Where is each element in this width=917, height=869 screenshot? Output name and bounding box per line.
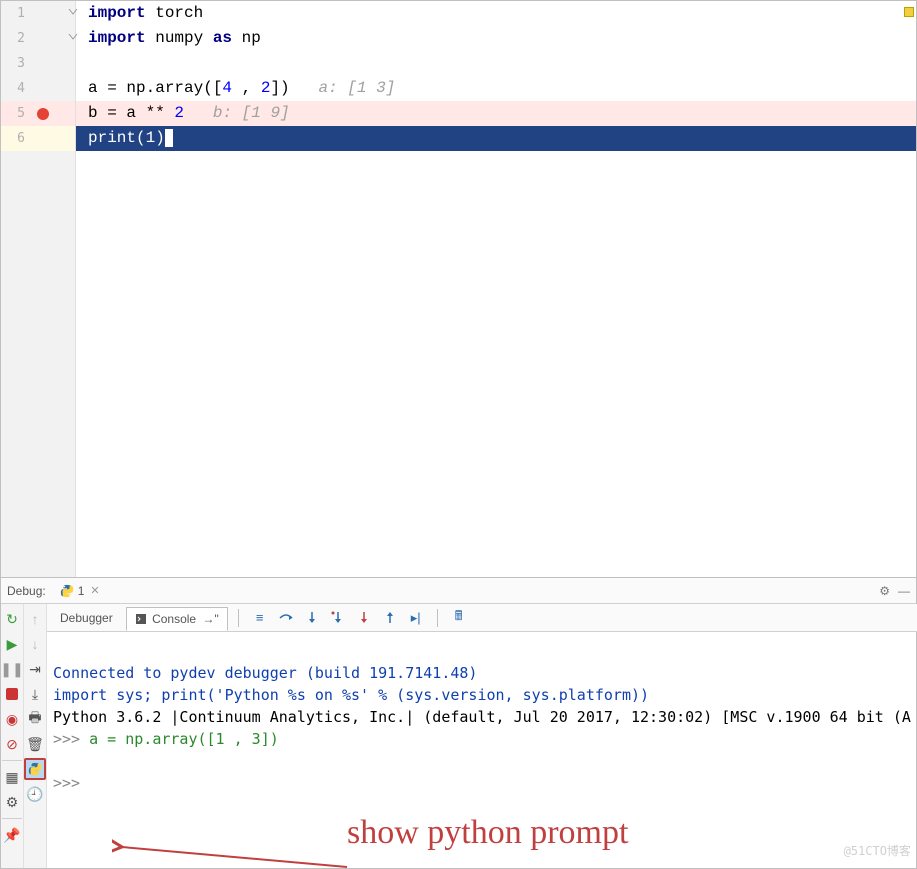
down-icon[interactable]: ↓ bbox=[24, 633, 46, 655]
clear-icon[interactable]: 🗑 bbox=[24, 733, 46, 755]
step-out-icon[interactable] bbox=[379, 607, 401, 629]
debug-main: Debugger Console →" ≡ ▸| 🖩 bbox=[47, 604, 917, 868]
debugger-tab[interactable]: Debugger bbox=[51, 606, 122, 630]
evaluate-icon[interactable]: 🖩 bbox=[448, 607, 470, 629]
breakpoint-icon[interactable] bbox=[37, 108, 49, 120]
print-icon[interactable]: 🖶 bbox=[24, 708, 46, 730]
step-into-icon[interactable] bbox=[301, 607, 323, 629]
debug-toolbar-left: ↻ ▶ ❚❚ ◉ ⊘ ▦ ⚙ 📌 bbox=[1, 604, 24, 868]
line-number: 6 bbox=[1, 131, 29, 146]
scroll-end-icon[interactable]: ⤓ bbox=[24, 683, 46, 705]
view-breakpoints-icon[interactable]: ◉ bbox=[1, 708, 23, 730]
debug-sub-tabs: Debugger Console →" ≡ ▸| 🖩 bbox=[47, 604, 917, 632]
debug-panel-header: Debug: 1 ✕ ⚙ — bbox=[1, 578, 916, 604]
settings-icon[interactable]: ⚙ bbox=[1, 791, 23, 813]
layout-icon[interactable]: ▦ bbox=[1, 766, 23, 788]
show-exec-point-icon[interactable]: ≡ bbox=[249, 607, 271, 629]
python-icon bbox=[60, 584, 74, 598]
console-line: Connected to pydev debugger (build 191.7… bbox=[53, 662, 911, 684]
up-icon[interactable]: ↑ bbox=[24, 608, 46, 630]
code-editor[interactable]: import torch import numpy as np a = np.a… bbox=[76, 1, 916, 577]
code-line bbox=[76, 51, 916, 76]
annotation-arrow bbox=[112, 837, 352, 868]
console-line: import sys; print('Python %s on %s' % (s… bbox=[53, 684, 911, 706]
console-tab[interactable]: Console →" bbox=[126, 607, 228, 631]
ide-window: 1 2 3 4 5 6 import torch import numpy as… bbox=[0, 0, 917, 869]
gear-icon[interactable]: ⚙ bbox=[879, 584, 890, 598]
pin-icon[interactable]: 📌 bbox=[1, 824, 23, 846]
show-python-prompt-icon[interactable] bbox=[24, 758, 46, 780]
soft-wrap-icon[interactable]: ⇥ bbox=[24, 658, 46, 680]
debug-title: Debug: bbox=[7, 584, 46, 598]
resume-icon[interactable]: ▶ bbox=[1, 633, 23, 655]
debug-run-tab[interactable]: 1 ✕ bbox=[54, 582, 106, 600]
code-line: import torch bbox=[76, 1, 916, 26]
gutter[interactable]: 1 2 3 4 5 6 bbox=[1, 1, 76, 577]
force-step-into-icon[interactable] bbox=[353, 607, 375, 629]
code-line: b = a ** 2 b: [1 9] bbox=[76, 101, 916, 126]
step-into-my-code-icon[interactable] bbox=[327, 607, 349, 629]
watermark: @51CTO博客 bbox=[844, 840, 911, 862]
line-number: 3 bbox=[1, 56, 29, 71]
pause-icon[interactable]: ❚❚ bbox=[1, 658, 23, 680]
mute-breakpoints-icon[interactable]: ⊘ bbox=[1, 733, 23, 755]
code-line: import numpy as np bbox=[76, 26, 916, 51]
console-line bbox=[53, 640, 911, 662]
caret bbox=[165, 129, 173, 147]
console-toolbar: ↑ ↓ ⇥ ⤓ 🖶 🗑 🕘 bbox=[24, 604, 47, 868]
debug-body: ↻ ▶ ❚❚ ◉ ⊘ ▦ ⚙ 📌 ↑ ↓ ⇥ ⤓ 🖶 🗑 bbox=[1, 604, 916, 868]
line-number: 5 bbox=[1, 106, 29, 121]
run-to-cursor-icon[interactable]: ▸| bbox=[405, 607, 427, 629]
console-line bbox=[53, 750, 911, 772]
code-line: a = np.array([4 , 2]) a: [1 3] bbox=[76, 76, 916, 101]
code-line-current: print(1) bbox=[76, 126, 916, 151]
editor-pane: 1 2 3 4 5 6 import torch import numpy as… bbox=[1, 1, 916, 578]
step-over-icon[interactable] bbox=[275, 607, 297, 629]
rerun-icon[interactable]: ↻ bbox=[1, 608, 23, 630]
console-prompt[interactable]: >>> bbox=[53, 772, 911, 794]
stop-icon[interactable] bbox=[1, 683, 23, 705]
history-icon[interactable]: 🕘 bbox=[24, 783, 46, 805]
console-line: >>> a = np.array([1 , 3]) bbox=[53, 728, 911, 750]
close-icon[interactable]: ✕ bbox=[90, 584, 99, 597]
debug-console[interactable]: Connected to pydev debugger (build 191.7… bbox=[47, 632, 917, 868]
annotation-text: show python prompt bbox=[347, 822, 628, 844]
line-number: 2 bbox=[1, 31, 29, 46]
console-line: Python 3.6.2 |Continuum Analytics, Inc.|… bbox=[53, 706, 911, 728]
line-number: 1 bbox=[1, 6, 29, 21]
console-icon bbox=[135, 613, 147, 625]
line-number: 4 bbox=[1, 81, 29, 96]
debug-panel: Debug: 1 ✕ ⚙ — ↻ ▶ ❚❚ ◉ ⊘ ▦ ⚙ bbox=[1, 578, 916, 868]
minimize-icon[interactable]: — bbox=[898, 584, 910, 598]
